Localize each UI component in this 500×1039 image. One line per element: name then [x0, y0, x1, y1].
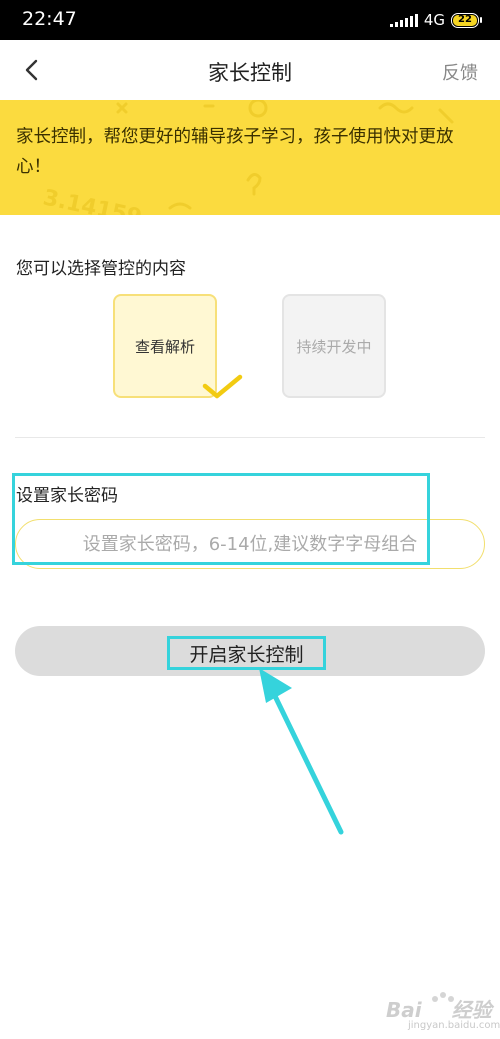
battery-icon: 22 — [451, 12, 482, 28]
feedback-link[interactable]: 反馈 — [442, 59, 478, 85]
status-time: 22:47 — [22, 8, 77, 30]
option-label: 查看解析 — [134, 337, 195, 356]
parent-password-input[interactable] — [15, 519, 485, 569]
nav-bar: 家长控制 反馈 — [0, 40, 500, 100]
page-title: 家长控制 — [208, 61, 292, 85]
info-banner: 3.14159 家长控制，帮您更好的辅导孩子学习，孩子使用快对更放心！ — [0, 100, 500, 215]
banner-text: 家长控制，帮您更好的辅导孩子学习，孩子使用快对更放心！ — [16, 127, 454, 177]
controls-label: 您可以选择管控的内容 — [16, 259, 186, 279]
status-indicators: 4G 22 — [389, 10, 482, 30]
enable-parental-control-button[interactable] — [15, 626, 485, 676]
password-label: 设置家长密码 — [16, 486, 118, 506]
section-divider — [15, 437, 485, 438]
signal-icon — [389, 13, 418, 27]
option-in-development: 持续开发中 — [282, 294, 386, 398]
watermark-url: jingyan.baidu.com — [408, 1020, 500, 1031]
battery-level: 22 — [453, 14, 477, 26]
banner-decor-text: 3.14159 — [41, 185, 144, 215]
status-bar: 22:47 4G 22 — [0, 0, 500, 40]
watermark-brand: Bai 经验 — [386, 998, 492, 1022]
check-icon — [202, 374, 243, 399]
option-label: 持续开发中 — [296, 337, 372, 356]
network-type: 4G — [423, 11, 445, 29]
